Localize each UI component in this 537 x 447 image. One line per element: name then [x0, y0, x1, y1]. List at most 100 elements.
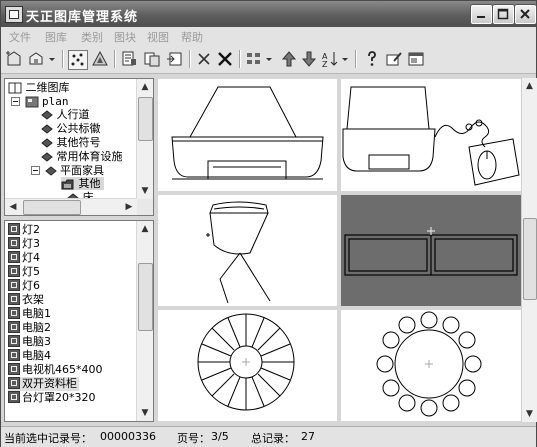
- double-cabinet-drawing: [344, 227, 518, 276]
- collapse-icon[interactable]: [31, 166, 41, 176]
- tree-item-plan[interactable]: plan: [11, 95, 69, 108]
- scroll-up-arrow[interactable]: ▲: [137, 79, 153, 95]
- window-layout-icon[interactable]: [407, 50, 425, 68]
- list-item[interactable]: 电视机465*400: [8, 363, 103, 377]
- tree-horizontal-scrollbar[interactable]: ◀ ▶: [5, 198, 137, 215]
- tree-vertical-scrollbar[interactable]: ▲ ▼: [136, 79, 153, 199]
- grid-vertical-scrollbar[interactable]: ▲ ▼: [521, 78, 537, 422]
- move-up-icon[interactable]: [280, 50, 298, 68]
- round-table-spiral-drawing: [197, 313, 295, 411]
- scroll-left-arrow[interactable]: ◀: [5, 199, 21, 215]
- menu-category[interactable]: 类别: [81, 29, 103, 45]
- tree-item-label: 其他符号: [56, 136, 101, 149]
- list-item[interactable]: 电脑3: [8, 335, 51, 349]
- tree-item-2d-library[interactable]: 二维图库: [8, 81, 70, 94]
- scatter-points-icon[interactable]: [68, 50, 88, 70]
- tree-item-public-signs[interactable]: 公共标徽: [41, 122, 101, 135]
- library-icon: [25, 96, 38, 108]
- scroll-up-arrow[interactable]: ▲: [522, 78, 537, 94]
- computer-desk-drawing: [342, 86, 520, 186]
- scroll-thumb[interactable]: [523, 218, 537, 300]
- title-bar[interactable]: 天正图库管理系统: [1, 1, 536, 27]
- category-icon: [44, 166, 57, 176]
- scroll-thumb[interactable]: [23, 200, 81, 215]
- new-block-icon[interactable]: [5, 50, 23, 68]
- scroll-down-arrow[interactable]: ▼: [522, 406, 537, 422]
- block-icon: [8, 223, 20, 235]
- scroll-thumb[interactable]: [138, 263, 153, 331]
- tree-item-sports-facilities[interactable]: 常用体育设施: [41, 150, 123, 163]
- minimize-button[interactable]: [471, 5, 492, 24]
- scroll-down-arrow[interactable]: ▼: [137, 183, 153, 199]
- menu-view[interactable]: 视图: [147, 29, 169, 45]
- delete-icon[interactable]: [195, 50, 213, 68]
- menu-block[interactable]: 图块: [114, 29, 136, 45]
- thumbnail-cell[interactable]: [158, 79, 337, 191]
- view-mode-dropdown-icon[interactable]: [264, 50, 274, 68]
- block-icon: [8, 237, 20, 249]
- sort-dropdown-icon[interactable]: [340, 50, 350, 68]
- scroll-up-arrow[interactable]: ▲: [137, 221, 153, 237]
- collapse-icon[interactable]: [11, 97, 21, 107]
- help-icon[interactable]: [363, 50, 381, 68]
- list-item[interactable]: 灯6: [8, 279, 40, 293]
- maximize-icon: [497, 8, 509, 20]
- menu-file[interactable]: 文件: [9, 29, 31, 45]
- view-mode-icon[interactable]: [245, 50, 263, 68]
- record-number: 00000336: [100, 430, 156, 443]
- tree-item-other-selected[interactable]: 其他: [61, 177, 104, 190]
- page-number: 3/5: [211, 430, 229, 443]
- delete-all-icon[interactable]: [216, 50, 234, 68]
- tree-item-sidewalk[interactable]: 人行道: [41, 108, 90, 121]
- sort-icon[interactable]: AZ: [321, 50, 339, 68]
- tree-item-label: 平面家具: [60, 164, 104, 177]
- open-library-icon[interactable]: [28, 50, 46, 68]
- list-item[interactable]: 灯2: [8, 223, 40, 237]
- open-library-dropdown-icon[interactable]: [47, 50, 57, 68]
- scroll-thumb[interactable]: [138, 97, 153, 141]
- thumbnail-cell-selected[interactable]: [341, 195, 521, 306]
- replace-block-icon[interactable]: [143, 50, 161, 68]
- menu-help[interactable]: 帮助: [181, 29, 203, 45]
- app-icon[interactable]: [5, 6, 23, 23]
- list-item[interactable]: 电脑4: [8, 349, 51, 363]
- tree-item-label: plan: [42, 95, 69, 108]
- edit-properties-icon[interactable]: [385, 50, 403, 68]
- thumbnail-cell[interactable]: [341, 79, 521, 191]
- menu-library[interactable]: 图库: [45, 29, 67, 45]
- list-item[interactable]: 衣架: [8, 293, 44, 307]
- block-icon: [8, 265, 20, 277]
- tree-item-label: 人行道: [56, 108, 90, 121]
- tree-item-other-symbols[interactable]: 其他符号: [41, 136, 101, 149]
- export-block-icon[interactable]: [166, 50, 184, 68]
- open-folder-icon: [61, 179, 74, 189]
- close-button[interactable]: [515, 5, 536, 24]
- scroll-right-arrow[interactable]: ▶: [121, 199, 137, 215]
- tree-item-label: 常用体育设施: [56, 150, 123, 163]
- thumbnail-cell[interactable]: [158, 310, 337, 421]
- block-icon: [8, 377, 20, 389]
- block-list[interactable]: 灯2 灯3 灯4 灯5 灯6 衣架 电脑1 电脑2 电脑3 电脑4 电视机465…: [4, 220, 154, 422]
- list-item[interactable]: 灯5: [8, 265, 40, 279]
- move-down-icon[interactable]: [300, 50, 318, 68]
- list-item[interactable]: 台灯罩20*320: [8, 391, 96, 405]
- list-item-highlighted[interactable]: 双开资料柜: [8, 377, 79, 391]
- list-item[interactable]: 灯4: [8, 251, 40, 265]
- thumbnail-cell[interactable]: [341, 310, 521, 421]
- list-item[interactable]: 电脑2: [8, 321, 51, 335]
- list-item[interactable]: 灯3: [8, 237, 40, 251]
- window-title: 天正图库管理系统: [26, 10, 139, 25]
- maximize-button[interactable]: [493, 5, 514, 24]
- tree-item-furniture[interactable]: 平面家具: [31, 164, 104, 177]
- scroll-down-arrow[interactable]: ▼: [137, 405, 153, 421]
- triangle-pattern-icon[interactable]: [91, 50, 109, 68]
- insert-block-icon[interactable]: [120, 50, 138, 68]
- category-icon: [41, 110, 53, 120]
- block-icon: [8, 251, 20, 263]
- thumbnail-cell[interactable]: [158, 195, 337, 306]
- list-vertical-scrollbar[interactable]: ▲ ▼: [136, 221, 153, 421]
- total-records: 27: [301, 430, 315, 443]
- list-item[interactable]: 电脑1: [8, 307, 51, 321]
- block-icon: [8, 279, 20, 291]
- library-tree[interactable]: 二维图库 plan 人行道 公共标徽 其他符号 常用体育设施 平面家具 其他 ▲…: [4, 78, 154, 216]
